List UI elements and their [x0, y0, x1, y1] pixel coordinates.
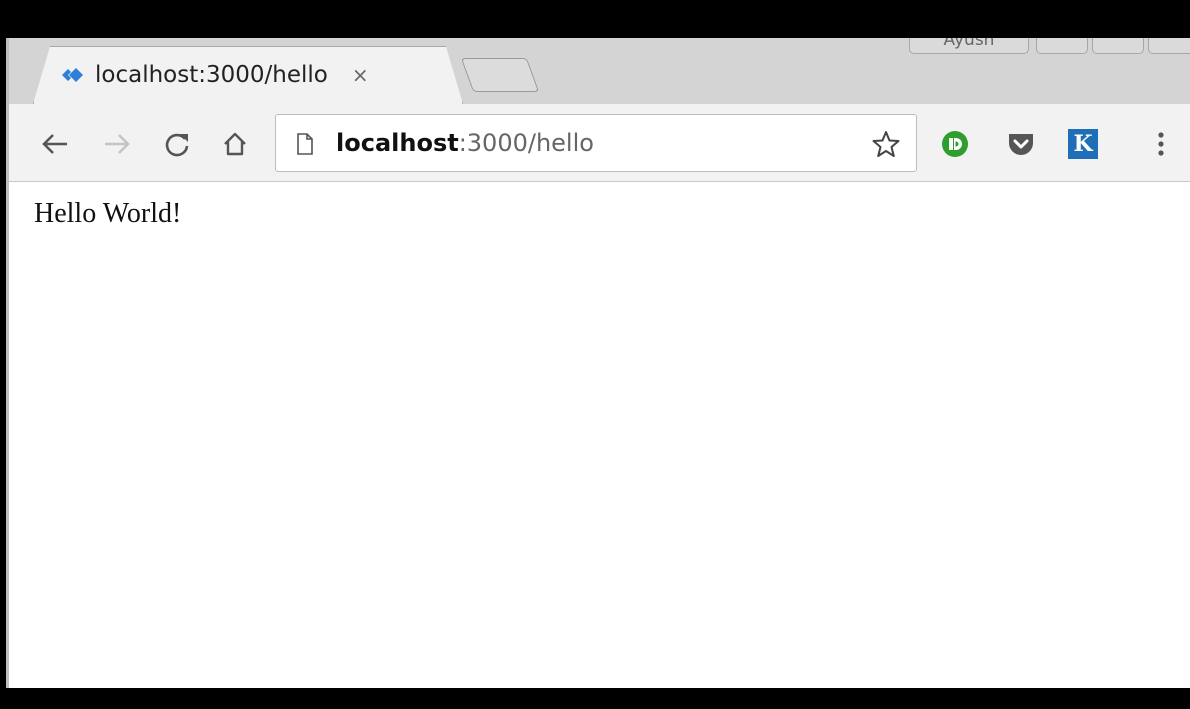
home-icon — [224, 132, 246, 156]
new-tab-button[interactable] — [460, 58, 540, 92]
k-extension-button[interactable]: K — [1067, 128, 1099, 160]
pocket-extension-button[interactable] — [1005, 128, 1037, 160]
arrow-left-icon — [42, 134, 67, 154]
maximize-button[interactable] — [1092, 38, 1144, 54]
profile-button[interactable]: Ayush — [909, 38, 1029, 54]
browser-menu-button[interactable] — [1145, 128, 1177, 160]
tab-strip: localhost:3000/hello × Ayush — [9, 38, 1190, 104]
arrow-right-icon — [105, 134, 130, 154]
site-favicon-icon — [62, 68, 83, 82]
url-path: :3000/hello — [458, 129, 594, 157]
profile-name: Ayush — [943, 38, 995, 50]
page-body-text: Hello World! — [34, 198, 182, 229]
letterbox-bottom — [0, 688, 1190, 709]
page-icon — [297, 133, 313, 155]
page-content: Hello World! — [9, 182, 1190, 688]
reload-icon — [165, 133, 189, 157]
tab-title: localhost:3000/hello — [95, 62, 328, 88]
address-bar[interactable]: localhost:3000/hello — [275, 114, 917, 172]
window-close-button[interactable] — [1148, 38, 1190, 54]
reload-button[interactable] — [161, 128, 193, 160]
tab-close-icon[interactable]: × — [352, 63, 369, 87]
ghostery-icon — [942, 131, 968, 157]
back-button[interactable] — [39, 128, 71, 160]
minimize-button[interactable] — [1036, 38, 1088, 54]
url-host: localhost — [336, 129, 459, 157]
home-button[interactable] — [219, 128, 251, 160]
k-extension-icon: K — [1068, 129, 1098, 159]
url-text: localhost:3000/hello — [336, 115, 594, 171]
tab-content: localhost:3000/hello × — [59, 46, 369, 104]
pocket-icon — [1009, 134, 1033, 155]
letterbox-top — [0, 0, 1190, 38]
bookmark-button[interactable] — [870, 128, 902, 160]
ghostery-extension-button[interactable] — [939, 128, 971, 160]
more-vertical-icon — [1158, 132, 1164, 156]
star-icon — [872, 131, 900, 157]
browser-toolbar: localhost:3000/hello K — [9, 104, 1190, 182]
browser-window: localhost:3000/hello × Ayush localhost:… — [6, 38, 1190, 688]
forward-button[interactable] — [101, 128, 133, 160]
